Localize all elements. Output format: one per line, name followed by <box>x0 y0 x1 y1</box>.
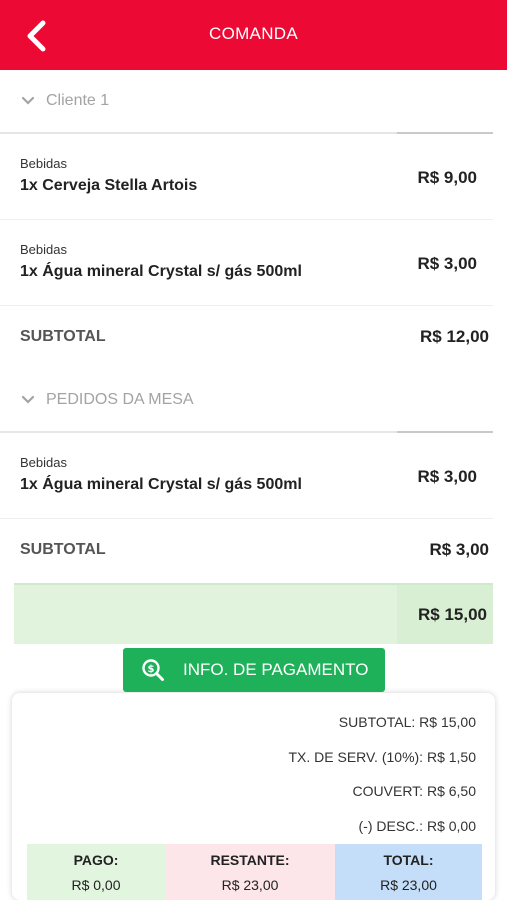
section-header-client-1[interactable]: Cliente 1 <box>0 70 507 132</box>
payment-totals: PAGO: R$ 0,00 RESTANTE: R$ 23,00 TOTAL: … <box>27 844 482 900</box>
subtotal-value: R$ 12,00 <box>420 327 489 346</box>
list-item[interactable]: Bebidas 1x Água mineral Crystal s/ gás 5… <box>0 220 493 306</box>
list-item[interactable]: Bebidas 1x Cerveja Stella Artois R$ 9,00 <box>0 134 493 220</box>
section-title: Cliente 1 <box>46 92 110 109</box>
chevron-down-icon <box>20 392 36 408</box>
page-title: COMANDA <box>209 24 298 43</box>
subtotal-value: R$ 3,00 <box>429 540 489 559</box>
grand-total-value: R$ 15,00 <box>418 605 487 624</box>
paid-value: R$ 0,00 <box>71 877 121 893</box>
total-value: R$ 23,00 <box>380 877 437 893</box>
payment-summary-card: SUBTOTAL: R$ 15,00 TX. DE SERV. (10%): R… <box>12 693 495 900</box>
subtotal-row: SUBTOTAL R$ 3,00 <box>0 519 507 579</box>
item-name: 1x Água mineral Crystal s/ gás 500ml <box>20 263 302 280</box>
payment-info-label: INFO. DE PAGAMENTO <box>183 660 369 679</box>
item-name: 1x Cerveja Stella Artois <box>20 177 198 194</box>
dollar-search-icon: $ <box>141 658 165 682</box>
paid-label: PAGO: <box>73 852 119 868</box>
total-cell: TOTAL: R$ 23,00 <box>335 844 482 900</box>
list-item[interactable]: Bebidas 1x Água mineral Crystal s/ gás 5… <box>0 433 493 519</box>
item-category: Bebidas <box>20 156 67 171</box>
payment-info-button[interactable]: $ INFO. DE PAGAMENTO <box>123 648 385 692</box>
item-price: R$ 3,00 <box>417 254 477 273</box>
summary-subtotal: SUBTOTAL: R$ 15,00 <box>338 714 476 730</box>
remaining-value: R$ 23,00 <box>221 877 279 893</box>
paid-cell: PAGO: R$ 0,00 <box>27 844 165 900</box>
summary-discount: (-) DESC.: R$ 0,00 <box>358 818 476 834</box>
remaining-cell: RESTANTE: R$ 23,00 <box>165 844 335 900</box>
grand-total-band: R$ 15,00 <box>14 583 493 644</box>
summary-service-fee: TX. DE SERV. (10%): R$ 1,50 <box>288 749 476 765</box>
subtotal-label: SUBTOTAL <box>20 328 106 345</box>
subtotal-label: SUBTOTAL <box>20 541 106 558</box>
item-price: R$ 3,00 <box>417 467 477 486</box>
item-name: 1x Água mineral Crystal s/ gás 500ml <box>20 476 302 493</box>
remaining-label: RESTANTE: <box>210 852 290 868</box>
item-price: R$ 9,00 <box>417 168 477 187</box>
svg-text:$: $ <box>148 664 155 675</box>
item-category: Bebidas <box>20 242 67 257</box>
summary-couvert: COUVERT: R$ 6,50 <box>352 783 476 799</box>
item-category: Bebidas <box>20 455 67 470</box>
subtotal-row: SUBTOTAL R$ 12,00 <box>0 306 507 366</box>
chevron-down-icon <box>20 93 36 109</box>
section-title: PEDIDOS DA MESA <box>46 391 194 408</box>
total-label: TOTAL: <box>383 852 434 868</box>
app-header: COMANDA <box>0 0 507 70</box>
section-header-table-orders[interactable]: PEDIDOS DA MESA <box>0 369 507 431</box>
